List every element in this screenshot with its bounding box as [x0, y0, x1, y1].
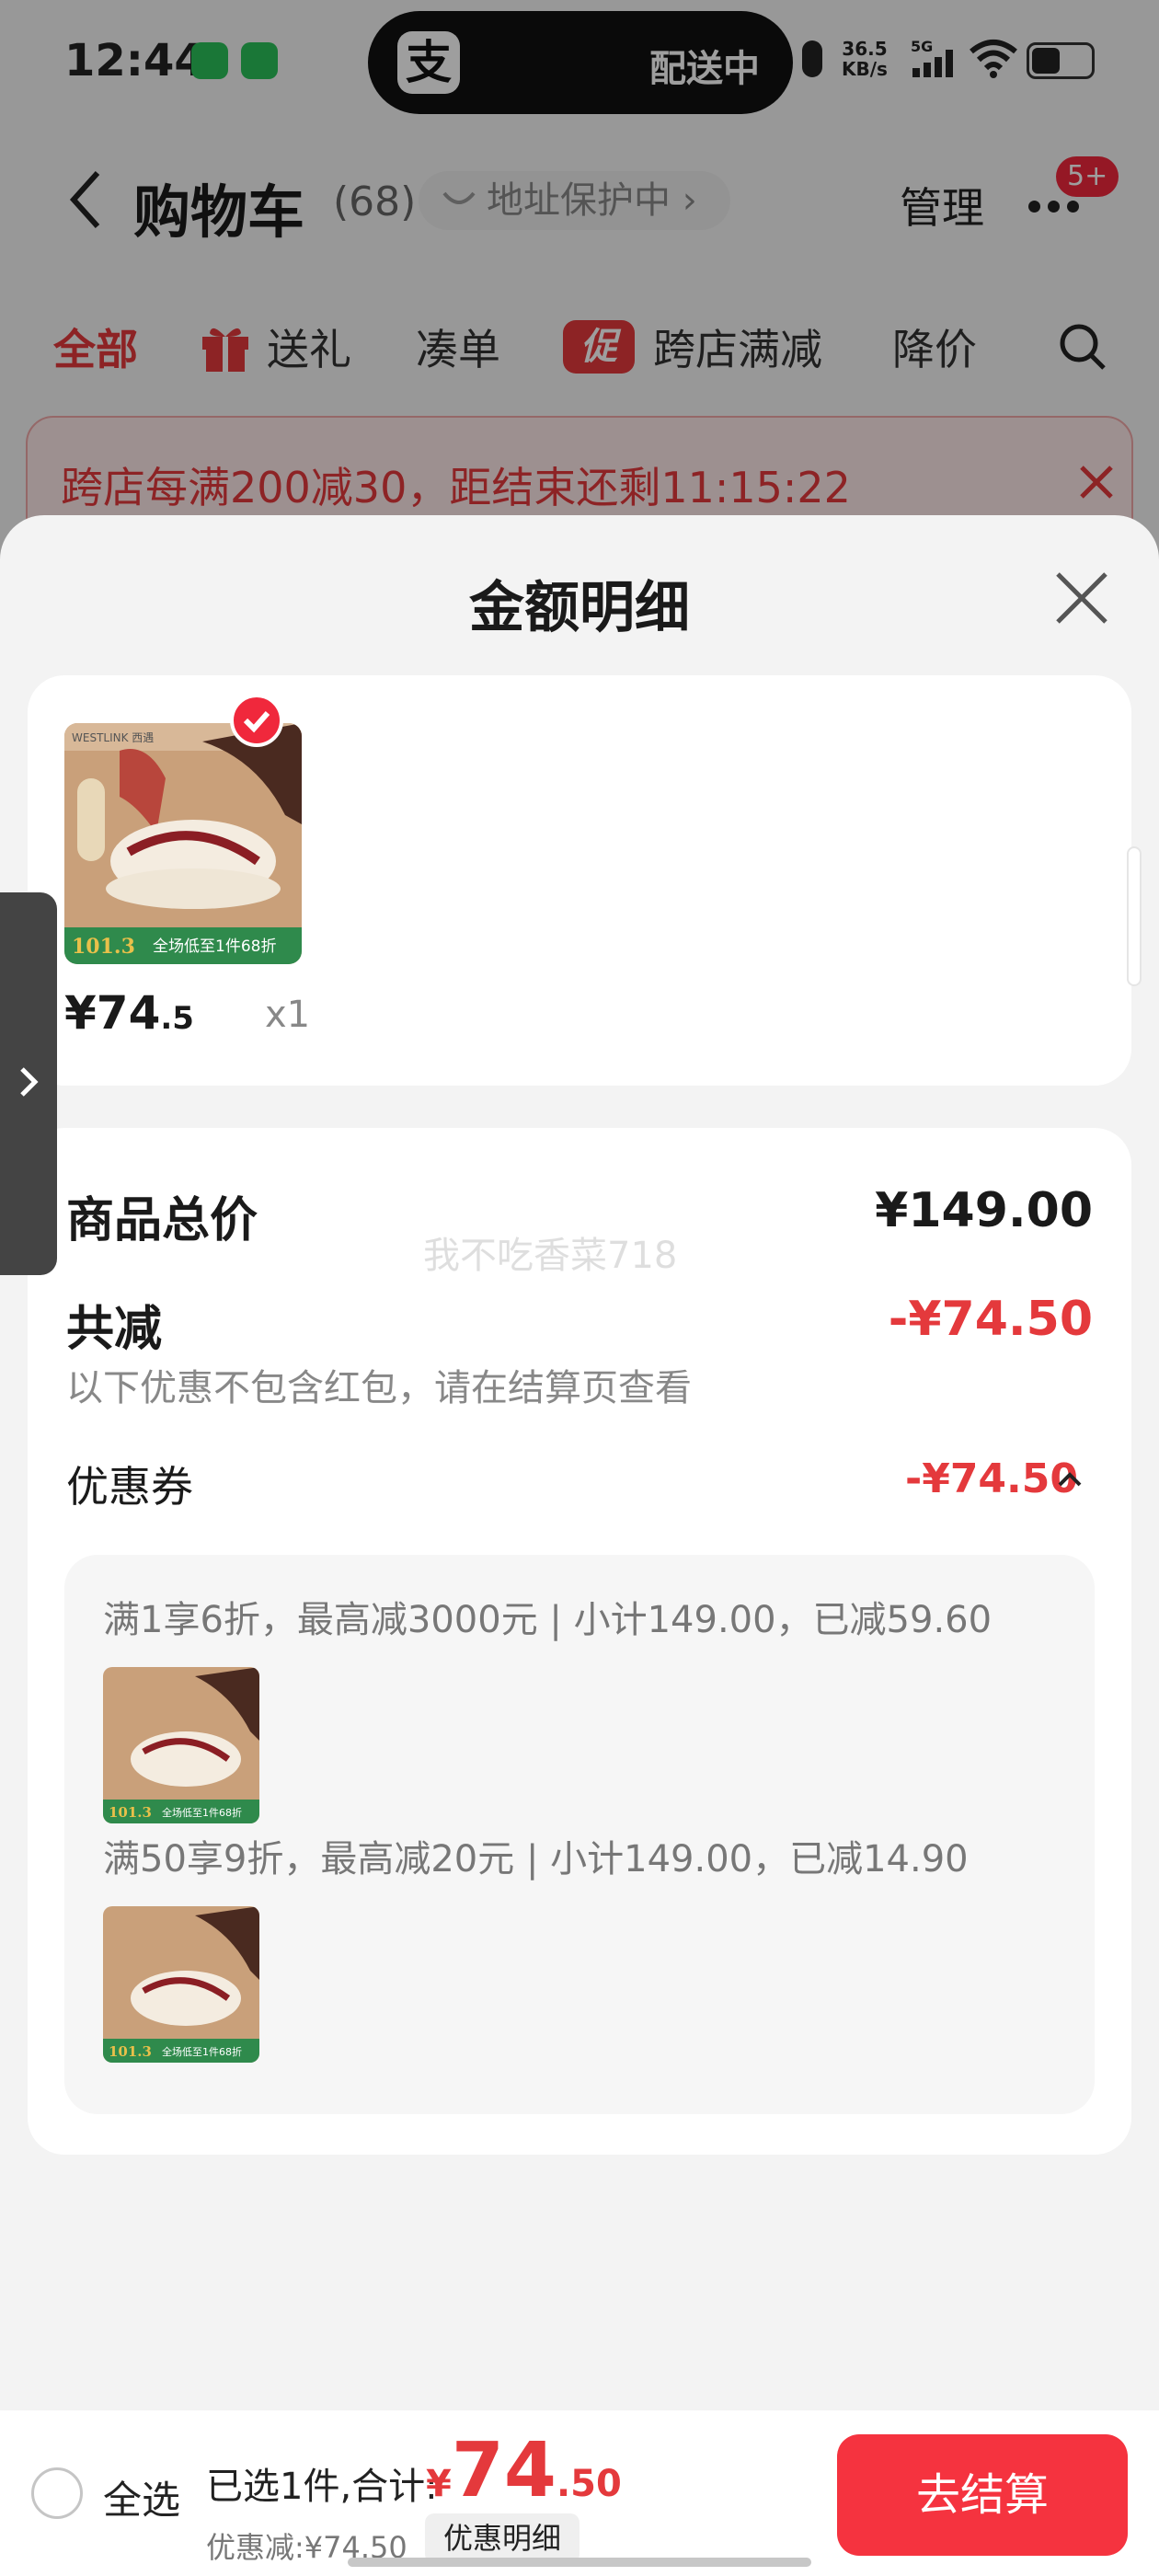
chevron-up-icon[interactable] — [1056, 1470, 1084, 1489]
svg-text:全场低至1件68折: 全场低至1件68折 — [153, 937, 276, 956]
side-panel-handle[interactable] — [0, 892, 57, 1275]
svg-text:全场低至1件68折: 全场低至1件68折 — [162, 1806, 242, 1819]
coupon-value[interactable]: -¥74.50 — [905, 1455, 1078, 1502]
watermark: 我不吃香菜718 — [423, 1235, 678, 1277]
svg-text:全场低至1件68折: 全场低至1件68折 — [162, 2045, 242, 2058]
home-indicator[interactable] — [348, 2558, 811, 2567]
coupon-label[interactable]: 优惠券 — [66, 1454, 193, 1514]
product-thumbnail: 101.3 全场低至1件68折 — [103, 1667, 259, 1823]
discount-value: -¥74.50 — [888, 1292, 1093, 1347]
svg-text:101.3: 101.3 — [72, 935, 135, 959]
product-price: ¥74.5 — [64, 986, 194, 1040]
select-all-label[interactable]: 全选 — [103, 2469, 180, 2525]
coupon-rule: 满1享6折，最高减3000元 | 小计149.00，已减59.60 — [103, 1599, 993, 1641]
total-price-label: 商品总价 — [66, 1193, 258, 1248]
total-amount: ¥74.50 — [426, 2427, 622, 2514]
discount-note: 以下优惠不包含红包，请在结算页查看 — [66, 1367, 692, 1409]
scrollbar[interactable] — [1127, 846, 1142, 986]
product-quantity: x1 — [265, 994, 311, 1036]
checkout-bar: 全选 已选1件,合计: ¥74.50 优惠减:¥74.50 优惠明细 去结算 — [0, 2410, 1159, 2576]
discount-detail-button[interactable]: 优惠明细 — [425, 2513, 580, 2563]
svg-text:101.3: 101.3 — [109, 2043, 152, 2060]
close-icon[interactable] — [1049, 565, 1115, 631]
coupon-detail-list: 满1享6折，最高减3000元 | 小计149.00，已减59.60 101.3 … — [64, 1555, 1095, 2114]
amount-detail-sheet: 金额明细 WESTLINK 西遇 101.3 全场低至1件68折 ¥74.5 x… — [0, 515, 1159, 2410]
price-detail-card: 商品总价 ¥149.00 我不吃香菜718 共减 -¥74.50 以下优惠不包含… — [28, 1128, 1131, 2155]
svg-text:WESTLINK 西遇: WESTLINK 西遇 — [72, 731, 154, 744]
selected-summary: 已选1件,合计: — [206, 2466, 438, 2508]
select-all-radio[interactable] — [31, 2467, 83, 2519]
total-price-value: ¥149.00 — [875, 1183, 1093, 1238]
shoe-image: WESTLINK 西遇 101.3 全场低至1件68折 — [64, 723, 302, 964]
checkout-button[interactable]: 去结算 — [837, 2434, 1128, 2556]
sheet-title: 金额明细 — [469, 576, 690, 640]
product-card: WESTLINK 西遇 101.3 全场低至1件68折 ¥74.5 x1 — [28, 675, 1131, 1086]
coupon-rule: 满50享9折，最高减20元 | 小计149.00，已减14.90 — [103, 1838, 969, 1880]
selected-check-icon[interactable] — [230, 694, 283, 747]
product-image[interactable]: WESTLINK 西遇 101.3 全场低至1件68折 — [64, 723, 302, 964]
svg-text:101.3: 101.3 — [109, 1804, 152, 1821]
discount-label: 共减 — [66, 1302, 163, 1357]
product-thumbnail: 101.3 全场低至1件68折 — [103, 1906, 259, 2063]
chevron-right-icon — [20, 1067, 39, 1097]
